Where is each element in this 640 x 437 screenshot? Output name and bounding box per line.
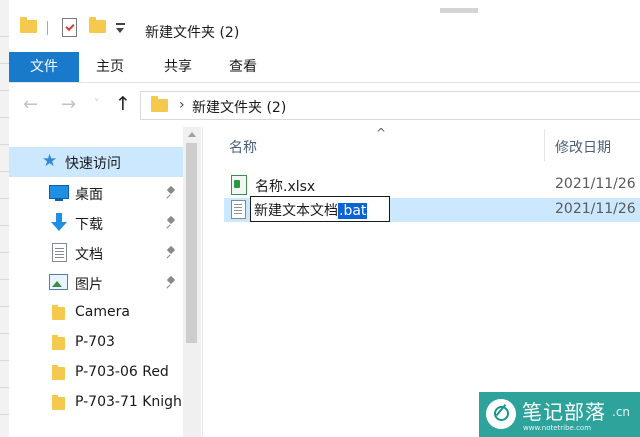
nav-item-p-703[interactable]: P-703 — [9, 328, 183, 358]
nav-item-documents[interactable]: 文档 — [9, 238, 183, 268]
nav-item-label: P-703 — [75, 334, 115, 350]
folder-icon — [151, 96, 168, 112]
file-date: 2021/11/26 — [555, 201, 636, 217]
scroll-up-arrow-icon[interactable] — [188, 132, 196, 137]
up-arrow-icon[interactable]: ↑ — [115, 93, 131, 115]
rename-text: 新建文本文档.bat — [254, 200, 368, 220]
nav-item-label: 桌面 — [75, 187, 103, 203]
window-title: 新建文件夹 (2) — [145, 25, 240, 41]
navigation-bar: ← → ˅ ↑ › 新建文件夹 (2) — [9, 83, 640, 127]
folder-icon — [20, 17, 37, 33]
nav-item-label: P-703-71 Knigh — [75, 394, 182, 410]
pin-icon[interactable] — [165, 276, 179, 290]
file-date: 2021/11/26 — [555, 176, 636, 192]
nav-item-pictures[interactable]: 图片 — [9, 268, 183, 298]
nav-item-label: 快速访问 — [65, 156, 121, 172]
nav-item-desktop[interactable]: 桌面 — [9, 178, 183, 208]
nav-item-downloads[interactable]: 下载 — [9, 208, 183, 238]
tab-home[interactable]: 主页 — [85, 52, 135, 82]
nav-item-label: 图片 — [75, 277, 103, 293]
forward-arrow-icon[interactable]: → — [61, 96, 76, 114]
tab-view[interactable]: 查看 — [218, 52, 268, 82]
picture-icon — [49, 274, 68, 290]
nav-item-label: 下载 — [75, 217, 103, 233]
address-bar[interactable]: › 新建文件夹 (2) — [140, 91, 640, 120]
rename-input[interactable]: 新建文本文档.bat — [250, 196, 390, 222]
watermark-domain: .cn — [612, 405, 631, 419]
folder-icon — [52, 365, 65, 380]
rename-base-name: 新建文本文档 — [254, 203, 338, 219]
tab-share[interactable]: 共享 — [153, 52, 203, 82]
folder-icon — [52, 395, 65, 410]
nav-item-label: 文档 — [75, 247, 103, 263]
nav-item-label: P-703-06 Red — [75, 364, 169, 380]
pin-icon[interactable] — [165, 216, 179, 230]
document-icon — [52, 243, 67, 262]
rename-extension-selected: .bat — [338, 203, 368, 219]
navigation-pane: ★ 快速访问 桌面 下载 文档 图片 Camera P-703 P-703-06… — [9, 127, 203, 437]
column-header-date-modified[interactable]: 修改日期 — [555, 137, 611, 157]
pin-icon[interactable] — [165, 186, 179, 200]
breadcrumb-chevron-icon[interactable]: › — [179, 97, 185, 113]
toolbar-separator — [47, 21, 48, 35]
breadcrumb-current-folder[interactable]: 新建文件夹 (2) — [192, 97, 286, 117]
column-header-name[interactable]: 名称 — [229, 137, 257, 157]
new-folder-icon[interactable] — [89, 17, 106, 33]
nav-item-p-703-71-knigh[interactable]: P-703-71 Knigh — [9, 388, 183, 418]
download-icon — [50, 213, 68, 233]
ribbon-tabs: 文件 主页 共享 查看 — [9, 52, 640, 83]
title-bar-highlight — [440, 8, 478, 13]
notetribe-logo-icon — [486, 399, 516, 429]
nav-item-label: Camera — [75, 304, 130, 320]
nav-item-camera[interactable]: Camera — [9, 298, 183, 328]
excel-file-icon — [231, 175, 247, 195]
title-bar: 新建文件夹 (2) — [9, 0, 640, 52]
file-row-bat[interactable]: 新建文本文档.bat 2021/11/26 — [224, 196, 640, 222]
pin-icon[interactable] — [165, 246, 179, 260]
nav-pane-scrollbar-thumb[interactable] — [186, 143, 197, 343]
watermark-title: 笔记部落 — [522, 400, 606, 424]
sort-ascending-chevron-icon: ^ — [376, 126, 387, 140]
nav-item-p-703-06-red[interactable]: P-703-06 Red — [9, 358, 183, 388]
properties-icon[interactable] — [62, 18, 77, 37]
file-name: 名称.xlsx — [255, 179, 316, 195]
nav-item-quick-access[interactable]: ★ 快速访问 — [9, 147, 183, 177]
star-icon: ★ — [42, 151, 58, 171]
watermark: 笔记部落 .cn www.notetribe.com — [479, 392, 640, 437]
file-row-xlsx[interactable]: 名称.xlsx 2021/11/26 — [224, 173, 640, 197]
back-arrow-icon[interactable]: ← — [23, 96, 38, 114]
file-list: ^ 名称 修改日期 名称.xlsx 2021/11/26 新建文本文档.bat … — [203, 126, 640, 437]
column-divider[interactable] — [544, 129, 545, 161]
folder-icon — [52, 335, 65, 350]
desktop-icon — [49, 185, 69, 201]
folder-icon — [52, 305, 65, 320]
watermark-url: www.notetribe.com — [523, 424, 592, 432]
tab-file[interactable]: 文件 — [9, 52, 79, 82]
text-file-icon — [231, 200, 246, 219]
recent-locations-chevron-icon[interactable]: ˅ — [94, 97, 100, 110]
quick-access-dropdown-icon[interactable] — [115, 20, 127, 36]
